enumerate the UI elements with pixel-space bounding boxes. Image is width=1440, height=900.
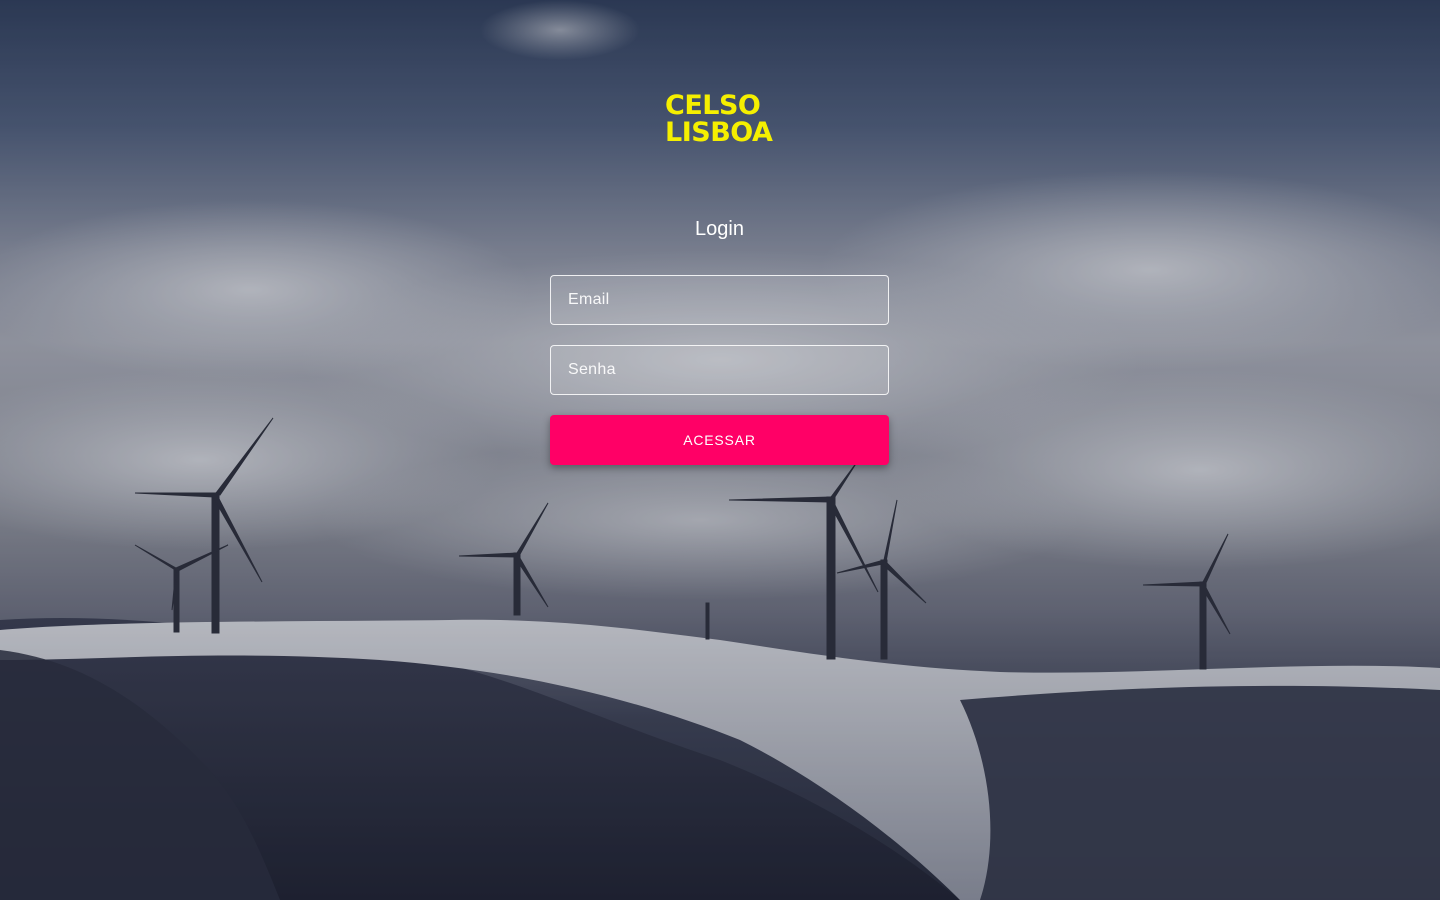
logo-line-1: CELSO — [665, 90, 761, 121]
login-title: Login — [695, 218, 744, 240]
login-page: CELSO LISBOA Login ACESSAR — [0, 0, 1440, 900]
email-input[interactable] — [550, 275, 889, 325]
logo-line-2: LISBOA — [665, 117, 773, 148]
brand-logo: CELSO LISBOA — [620, 92, 820, 146]
password-input[interactable] — [550, 345, 889, 395]
submit-button[interactable]: ACESSAR — [550, 415, 889, 465]
